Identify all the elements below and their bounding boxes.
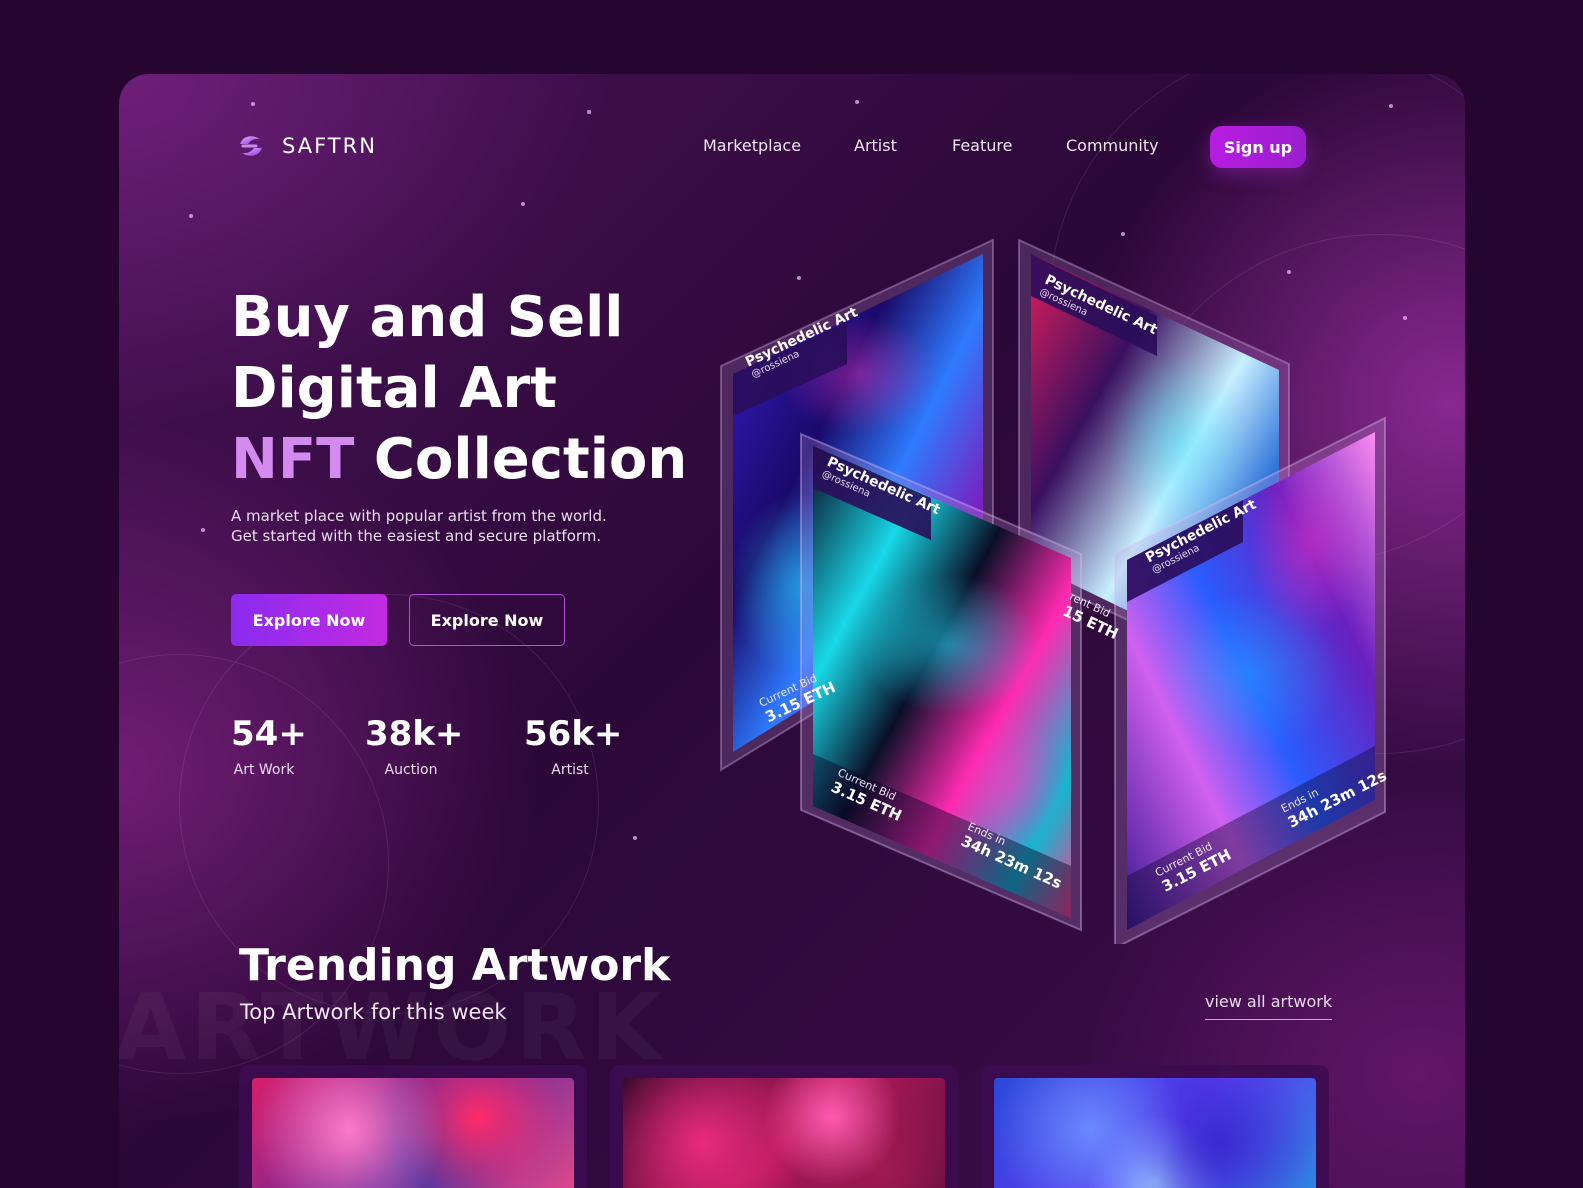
star-dot bbox=[521, 202, 525, 206]
artwork-image bbox=[252, 1078, 574, 1188]
hero-title-accent: NFT bbox=[231, 427, 355, 492]
star-dot bbox=[201, 528, 205, 532]
nav-artist[interactable]: Artist bbox=[854, 136, 897, 155]
hero-subtitle-line2: Get started with the easiest and secure … bbox=[231, 527, 602, 545]
stat-value: 56k+ bbox=[524, 714, 623, 754]
hero-title: Buy and Sell Digital Art NFT Collection bbox=[231, 282, 791, 495]
stat-auction: 38k+ Auction bbox=[365, 712, 464, 778]
hero-title-line1: Buy and Sell bbox=[231, 285, 624, 350]
nav-community[interactable]: Community bbox=[1066, 136, 1159, 155]
brand-name: SAFTRN bbox=[282, 134, 377, 158]
explore-now-outline-button[interactable]: Explore Now bbox=[409, 594, 565, 646]
artwork-image bbox=[623, 1078, 945, 1188]
stat-label: Auction bbox=[384, 762, 438, 778]
star-dot bbox=[251, 102, 255, 106]
hero-title-rest: Collection bbox=[373, 427, 688, 492]
view-all-artwork-link[interactable]: view all artwork bbox=[1205, 992, 1333, 1020]
nav-marketplace[interactable]: Marketplace bbox=[703, 136, 801, 155]
s-logo-icon bbox=[240, 136, 262, 156]
artwork-card[interactable] bbox=[981, 1065, 1329, 1188]
hero-subtitle-line1: A market place with popular artist from … bbox=[231, 507, 607, 525]
stat-artist: 56k+ Artist bbox=[524, 712, 623, 778]
stat-value: 54+ bbox=[231, 714, 307, 754]
stat-label: Artist bbox=[551, 762, 589, 778]
signup-button[interactable]: Sign up bbox=[1210, 126, 1306, 168]
hero-subtitle: A market place with popular artist from … bbox=[231, 506, 671, 546]
page-frame: SAFTRN Marketplace Artist Feature Commun… bbox=[119, 74, 1465, 1188]
brand-logo[interactable]: SAFTRN bbox=[234, 130, 377, 162]
artwork-card[interactable] bbox=[239, 1065, 587, 1188]
artwork-image bbox=[994, 1078, 1316, 1188]
star-dot bbox=[855, 100, 859, 104]
stat-value: 38k+ bbox=[365, 714, 464, 754]
star-dot bbox=[587, 110, 591, 114]
hero-title-line2: Digital Art bbox=[231, 356, 557, 421]
star-dot bbox=[189, 214, 193, 218]
artwork-card[interactable] bbox=[610, 1065, 958, 1188]
star-dot bbox=[1389, 104, 1393, 108]
star-dot bbox=[633, 836, 637, 840]
hero-title-line3: NFT Collection bbox=[231, 424, 791, 495]
trending-subtitle: Top Artwork for this week bbox=[240, 1000, 507, 1024]
explore-now-button[interactable]: Explore Now bbox=[231, 594, 387, 646]
stat-label: Art Work bbox=[233, 762, 295, 778]
trending-title: Trending Artwork bbox=[239, 940, 671, 991]
stat-artwork: 54+ Art Work bbox=[231, 712, 307, 778]
nav-feature[interactable]: Feature bbox=[952, 136, 1012, 155]
